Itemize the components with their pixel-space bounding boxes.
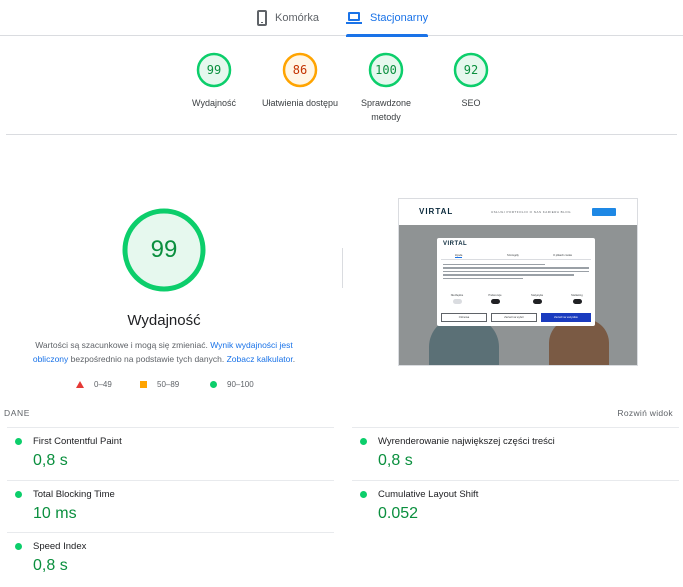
metric-lcp: Wyrenderowanie największej części treści…: [352, 427, 679, 480]
legend-average: 50–89: [140, 380, 179, 389]
tab-desktop-label: Stacjonarny: [370, 12, 429, 24]
dialog-button: Zezwól na wszystkie: [541, 313, 591, 322]
metrics-column-right: Wyrenderowanie największej części treści…: [352, 427, 679, 532]
note-text: bezpośrednio na podstawie tych danych.: [70, 354, 225, 364]
legend-fail: 0–49: [76, 380, 112, 389]
tab-mobile[interactable]: Komórka: [257, 0, 319, 36]
performance-score: 99: [150, 236, 178, 263]
score-ring: 92: [453, 52, 489, 88]
metric-fcp: First Contentful Paint 0,8 s: [7, 427, 334, 480]
metric-value: 0,8 s: [378, 452, 413, 469]
metric-value: 0,8 s: [33, 452, 68, 469]
site-logo: VIRTAL: [419, 207, 454, 216]
metric-cls: Cumulative Layout Shift 0.052: [352, 479, 679, 533]
metric-tbt: Total Blocking Time 10 ms: [7, 479, 334, 533]
score-ring: 99: [196, 52, 232, 88]
performance-note: Wartości są szacunkowe i mogą się zmieni…: [26, 338, 302, 366]
laptop-icon: [346, 12, 362, 24]
triangle-icon: [76, 381, 84, 388]
score-ring: 100: [368, 52, 404, 88]
tab-desktop[interactable]: Stacjonarny: [346, 0, 429, 37]
note-text: .: [292, 354, 296, 364]
site-nav: USŁUGI PORTFOLIO O NAS KARIERA BLOG: [491, 210, 571, 214]
dialog-button: Zezwól na wybór: [491, 313, 537, 322]
background-photo: [549, 319, 609, 365]
metric-name: Wyrenderowanie największej części treści: [378, 436, 555, 447]
page-screenshot[interactable]: VIRTAL USŁUGI PORTFOLIO O NAS KARIERA BL…: [398, 198, 638, 366]
pass-dot-icon: [15, 438, 22, 445]
category-summary: 99 Wydajność 86 Ułatwienia dostępu 100 S…: [0, 52, 683, 132]
metric-value: 10 ms: [33, 504, 77, 522]
dialog-tab: Zgoda: [455, 254, 463, 258]
legend-label: 50–89: [157, 380, 180, 389]
gauge-label: SEO: [461, 98, 481, 108]
cookie-dialog: VIRTAL Zgoda Szczegóły O plikach cookie …: [437, 238, 595, 326]
dialog-tab: O plikach cookie: [553, 254, 573, 257]
score-value: 86: [292, 63, 308, 77]
gauge-performance[interactable]: 99 Wydajność: [169, 52, 259, 110]
gauge-seo[interactable]: 92 SEO: [426, 52, 516, 110]
dialog-tab: Szczegóły: [507, 254, 519, 257]
vertical-divider: [342, 248, 343, 288]
smartphone-icon: [257, 10, 267, 26]
performance-gauge: 99: [121, 207, 207, 293]
metrics-header: DANE Rozwiń widok: [0, 404, 683, 426]
metric-name: Total Blocking Time: [33, 488, 115, 500]
legend-label: 0–49: [94, 380, 112, 389]
legend-pass: 90–100: [210, 380, 254, 389]
device-tabs: Komórka Stacjonarny: [0, 0, 683, 37]
note-text: Wartości są szacunkowe i mogą się zmieni…: [35, 340, 208, 350]
dialog-text: [443, 264, 589, 288]
metric-speed-index: Speed Index 0,8 s: [7, 532, 334, 585]
legend-label: 90–100: [227, 380, 254, 389]
metric-value: 0.052: [378, 504, 419, 522]
dialog-toggle: Statystyka: [527, 294, 547, 304]
gauge-best-practices[interactable]: 100 Sprawdzone metody: [341, 52, 431, 124]
score-ring: 86: [282, 52, 318, 88]
dialog-tabs: Zgoda Szczegóły O plikach cookie: [441, 253, 591, 260]
gauge-label: Wydajność: [192, 98, 236, 108]
pass-dot-icon: [360, 490, 367, 498]
site-header: VIRTAL USŁUGI PORTFOLIO O NAS KARIERA BL…: [399, 199, 637, 225]
dialog-toggle: Marketing: [567, 294, 587, 304]
metric-name: Cumulative Layout Shift: [378, 488, 479, 500]
pass-dot-icon: [15, 543, 22, 550]
pass-dot-icon: [360, 438, 367, 445]
score-value: 99: [206, 63, 222, 77]
metric-value: 0,8 s: [33, 557, 68, 574]
dialog-toggle: Niezbędne: [447, 294, 467, 304]
square-icon: [140, 381, 147, 388]
site-nav-button: [592, 208, 616, 216]
metric-name: First Contentful Paint: [33, 436, 122, 447]
score-value: 92: [463, 63, 479, 77]
dialog-button: Odmowa: [441, 313, 487, 322]
calculator-link[interactable]: Zobacz kalkulator: [227, 354, 293, 364]
score-value: 100: [375, 63, 397, 77]
metric-name: Speed Index: [33, 541, 87, 552]
dialog-toggles: Niezbędne Preferencje Statystyka Marketi…: [443, 294, 589, 308]
divider: [6, 134, 677, 135]
dialog-buttons: Odmowa Zezwól na wybór Zezwól na wszystk…: [441, 313, 591, 322]
expand-view-toggle[interactable]: Rozwiń widok: [617, 408, 673, 418]
tab-mobile-label: Komórka: [275, 12, 320, 24]
metrics-column-left: First Contentful Paint 0,8 s Total Block…: [7, 427, 334, 585]
dialog-toggle: Preferencje: [485, 294, 505, 304]
metrics-title: DANE: [4, 408, 31, 418]
gauge-accessibility[interactable]: 86 Ułatwienia dostępu: [255, 52, 345, 110]
dialog-logo: VIRTAL: [443, 241, 468, 247]
score-legend: 0–49 50–89 90–100: [0, 380, 330, 394]
pass-dot-icon: [15, 490, 22, 498]
gauge-label: Ułatwienia dostępu: [261, 98, 339, 108]
gauge-label: Sprawdzone metody: [360, 98, 412, 122]
performance-title: Wydajność: [127, 312, 201, 329]
circle-icon: [210, 381, 217, 388]
